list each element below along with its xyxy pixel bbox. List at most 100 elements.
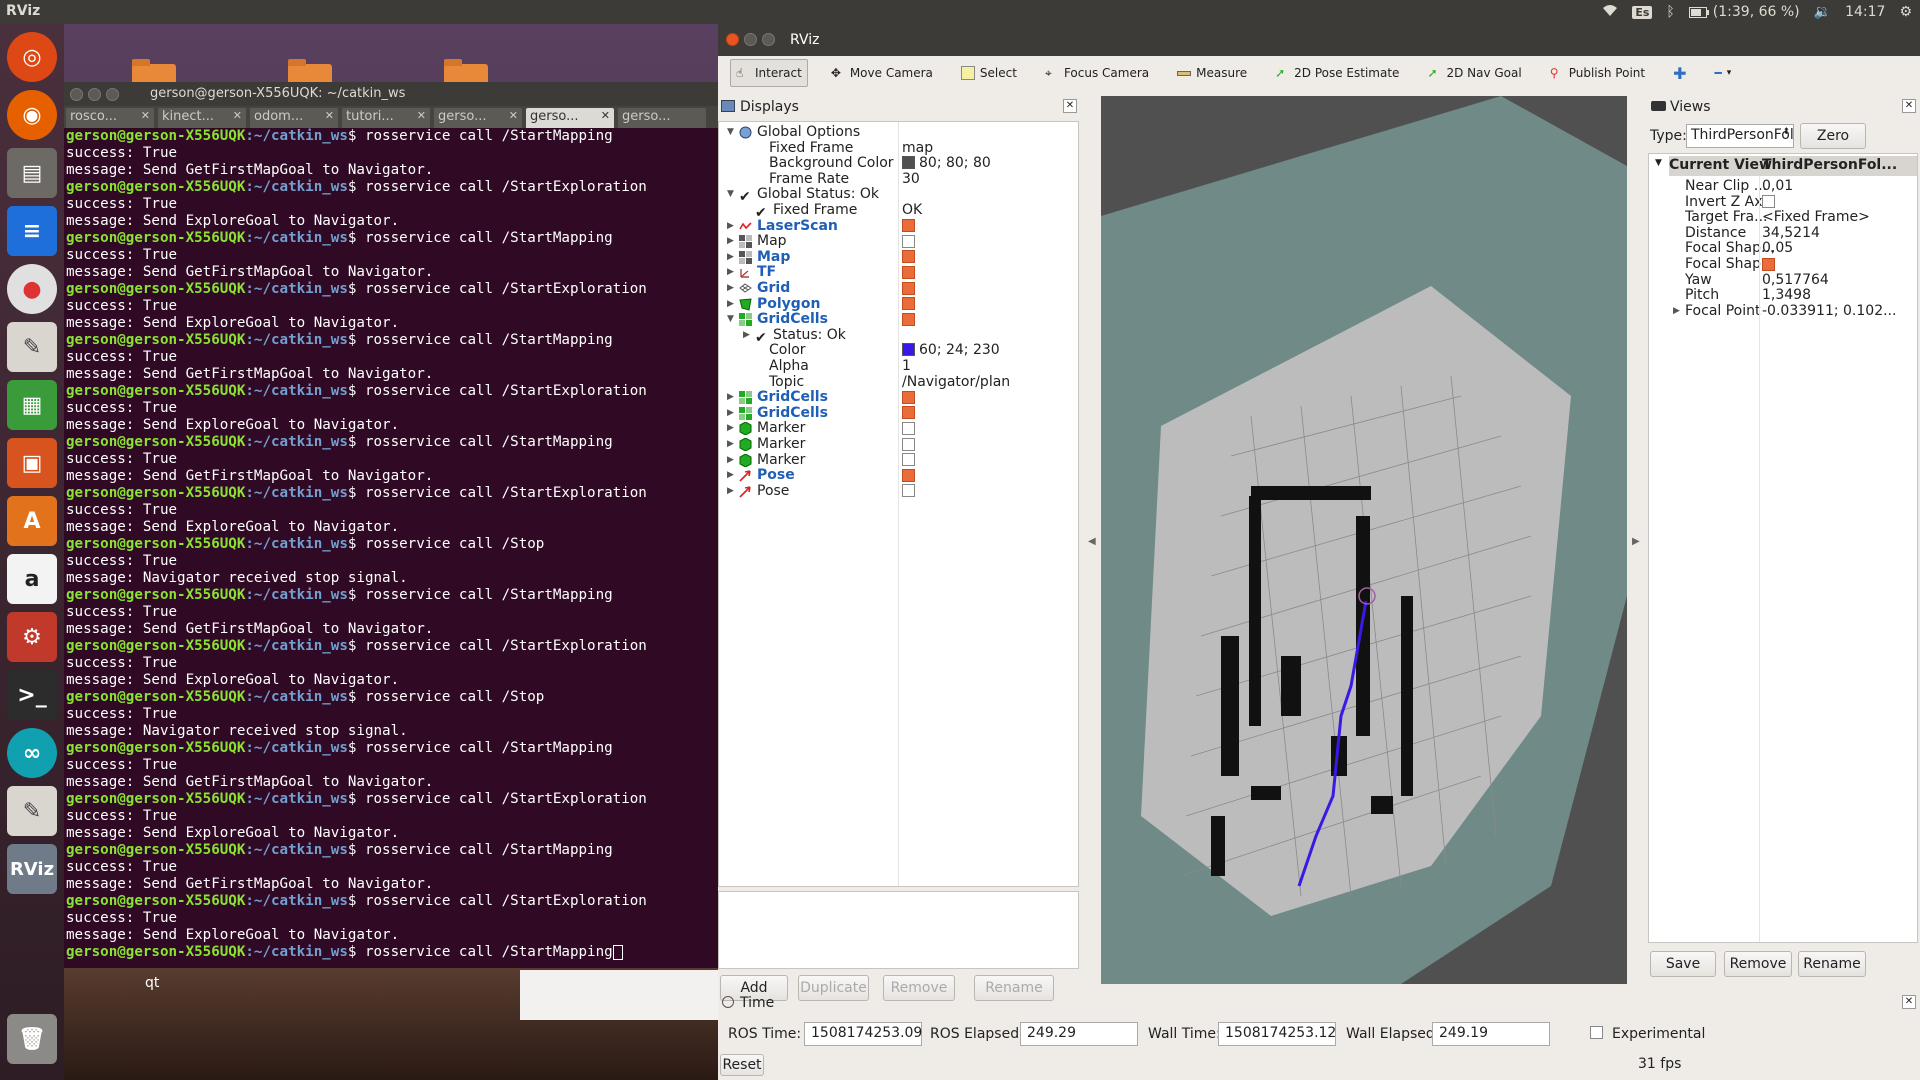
calc-icon[interactable]: ▦ xyxy=(7,380,57,430)
rename-view-button[interactable]: Rename xyxy=(1798,951,1866,977)
display-enable-checkbox[interactable] xyxy=(902,482,915,501)
collapse-left-icon[interactable]: ◀ xyxy=(1088,536,1096,547)
terminal-window[interactable]: gerson@gerson-X556UQK: ~/catkin_ws rosco… xyxy=(64,82,724,968)
wifi-icon[interactable] xyxy=(1602,3,1618,21)
text-editor-icon[interactable]: ✎ xyxy=(7,322,57,372)
files-icon[interactable]: ▤ xyxy=(7,148,57,198)
close-icon[interactable] xyxy=(726,33,739,46)
chrome-icon[interactable]: ● xyxy=(7,264,57,314)
close-icon[interactable]: ✕ xyxy=(417,109,426,122)
minimize-icon[interactable] xyxy=(88,88,101,101)
measure-tool-button[interactable]: Measure xyxy=(1172,59,1252,87)
ros-time-field[interactable]: 1508174253.09 xyxy=(804,1022,922,1046)
close-icon[interactable]: ✕ xyxy=(141,109,150,122)
tree-column-divider[interactable] xyxy=(898,122,899,886)
tab-terminal-5[interactable]: gerso... ✕ xyxy=(434,108,522,128)
volume-icon[interactable]: 🔉 xyxy=(1814,4,1831,20)
terminal-icon[interactable]: >_ xyxy=(7,670,57,720)
close-icon[interactable]: ✕ xyxy=(509,109,518,122)
settings-icon[interactable]: ⚙ xyxy=(7,612,57,662)
terminal-line: gerson@gerson-X556UQK:~/catkin_ws$ rosse… xyxy=(66,944,722,961)
minimize-icon[interactable] xyxy=(744,33,757,46)
tab-terminal-6[interactable]: gerso... ✕ xyxy=(526,108,614,128)
prompt-path: :~/catkin_ws xyxy=(245,689,348,705)
tab-terminal-4[interactable]: tutori... ✕ xyxy=(342,108,430,128)
maximize-icon[interactable] xyxy=(762,33,775,46)
arduino-icon[interactable]: ∞ xyxy=(7,728,57,778)
software-center-icon[interactable]: A xyxy=(7,496,57,546)
terminal-line: success: True xyxy=(66,298,722,315)
publish-point-tool-button[interactable]: ⚲ Publish Point xyxy=(1545,59,1650,87)
prompt-user: gerson@gerson-X556UQK xyxy=(66,434,246,450)
gear-icon[interactable]: ⚙ xyxy=(1899,4,1912,20)
tab-terminal-7[interactable]: gerso... xyxy=(618,108,706,128)
prompt-path: :~/catkin_ws xyxy=(245,893,348,909)
view-type-select[interactable]: ThirdPersonFoll ⬍ xyxy=(1686,124,1794,148)
focus-camera-tool-button[interactable]: ⌖ Focus Camera xyxy=(1040,59,1154,87)
terminal-titlebar[interactable]: gerson@gerson-X556UQK: ~/catkin_ws xyxy=(64,82,724,106)
expand-arrow-icon[interactable]: ▶ xyxy=(727,482,734,501)
prompt-path: :~/catkin_ws xyxy=(245,230,348,246)
editor-icon[interactable]: ✎ xyxy=(7,786,57,836)
expand-arrow-icon[interactable]: ▼ xyxy=(1655,158,1662,168)
terminal-line: message: Send ExploreGoal to Navigator. xyxy=(66,519,722,536)
experimental-checkbox[interactable] xyxy=(1590,1024,1603,1040)
battery-indicator[interactable]: (1:39, 66 %) xyxy=(1688,4,1800,20)
select-tool-button[interactable]: Select xyxy=(956,59,1022,87)
bluetooth-icon[interactable]: ᛒ xyxy=(1666,4,1674,20)
command-text: rosservice call /StartMapping xyxy=(364,332,613,348)
tab-terminal-2[interactable]: kinect... ✕ xyxy=(158,108,246,128)
ros-elapsed-field[interactable]: 249.29 xyxy=(1020,1022,1138,1046)
wall-elapsed-field[interactable]: 249.19 xyxy=(1432,1022,1550,1046)
remove-tool-button[interactable]: ━ ▾ xyxy=(1710,59,1737,87)
impress-icon[interactable]: ▣ xyxy=(7,438,57,488)
3d-viewport[interactable] xyxy=(1101,96,1627,984)
views-tree[interactable]: ▼ Current View ThirdPersonFol... Near Cl… xyxy=(1648,153,1918,943)
ubuntu-dash-icon[interactable]: ◎ xyxy=(7,32,57,82)
views-column-divider[interactable] xyxy=(1759,176,1760,942)
close-icon[interactable]: ✕ xyxy=(1902,99,1916,113)
close-icon[interactable]: ✕ xyxy=(601,109,610,122)
close-icon[interactable]: ✕ xyxy=(1063,99,1077,113)
expand-arrow-icon[interactable]: ▶ xyxy=(1673,302,1680,321)
color-swatch[interactable] xyxy=(902,156,915,170)
save-view-button[interactable]: Save xyxy=(1650,951,1716,977)
2d-pose-estimate-tool-button[interactable]: ➚ 2D Pose Estimate xyxy=(1270,59,1404,87)
terminal-line: success: True xyxy=(66,247,722,264)
output-text: success: True xyxy=(66,145,178,161)
output-text: success: True xyxy=(66,910,178,926)
2d-nav-goal-tool-button[interactable]: ➚ 2D Nav Goal xyxy=(1422,59,1526,87)
amazon-icon[interactable]: a xyxy=(7,554,57,604)
qt-window[interactable] xyxy=(520,970,718,1020)
view-type-label: Type: xyxy=(1650,128,1687,144)
wall-time-field[interactable]: 1508174253.12 xyxy=(1218,1022,1336,1046)
close-icon[interactable]: ✕ xyxy=(325,109,334,122)
remove-view-button[interactable]: Remove xyxy=(1724,951,1792,977)
color-swatch[interactable] xyxy=(902,343,915,357)
ros-elapsed-label: ROS Elapsed: xyxy=(930,1026,1024,1042)
maximize-icon[interactable] xyxy=(106,88,119,101)
view-property-row[interactable]: ▶ Focal Point -0.033911; 0.102... xyxy=(1649,302,1917,321)
terminal-output[interactable]: gerson@gerson-X556UQK:~/catkin_ws$ rosse… xyxy=(64,128,724,961)
close-icon[interactable]: ✕ xyxy=(1902,995,1916,1009)
terminal-line: gerson@gerson-X556UQK:~/catkin_ws$ rosse… xyxy=(66,434,613,450)
clock[interactable]: 14:17 xyxy=(1845,4,1885,20)
zero-button[interactable]: Zero xyxy=(1800,123,1866,149)
rviz-icon[interactable]: RViz xyxy=(7,844,57,894)
trash-icon[interactable]: 🗑 xyxy=(7,1014,57,1064)
collapse-right-icon[interactable]: ▶ xyxy=(1632,536,1640,547)
reset-button[interactable]: Reset xyxy=(720,1054,764,1076)
terminal-line: gerson@gerson-X556UQK:~/catkin_ws$ rosse… xyxy=(66,281,647,297)
view-property-value[interactable]: -0.033911; 0.102... xyxy=(1762,302,1896,321)
writer-icon[interactable]: ≡ xyxy=(7,206,57,256)
close-icon[interactable] xyxy=(70,88,83,101)
move-camera-tool-button[interactable]: ✥ Move Camera xyxy=(826,59,938,87)
keyboard-layout-indicator[interactable]: Es xyxy=(1632,5,1653,19)
close-icon[interactable]: ✕ xyxy=(233,109,242,122)
tab-terminal-3[interactable]: odom... ✕ xyxy=(250,108,338,128)
rviz-titlebar[interactable]: RViz xyxy=(718,24,1920,56)
add-tool-button[interactable]: ✚ xyxy=(1668,59,1691,87)
firefox-icon[interactable]: ◉ xyxy=(7,90,57,140)
tab-terminal-1[interactable]: rosco... ✕ xyxy=(66,108,154,128)
interact-tool-button[interactable]: ☝ Interact xyxy=(730,59,808,87)
